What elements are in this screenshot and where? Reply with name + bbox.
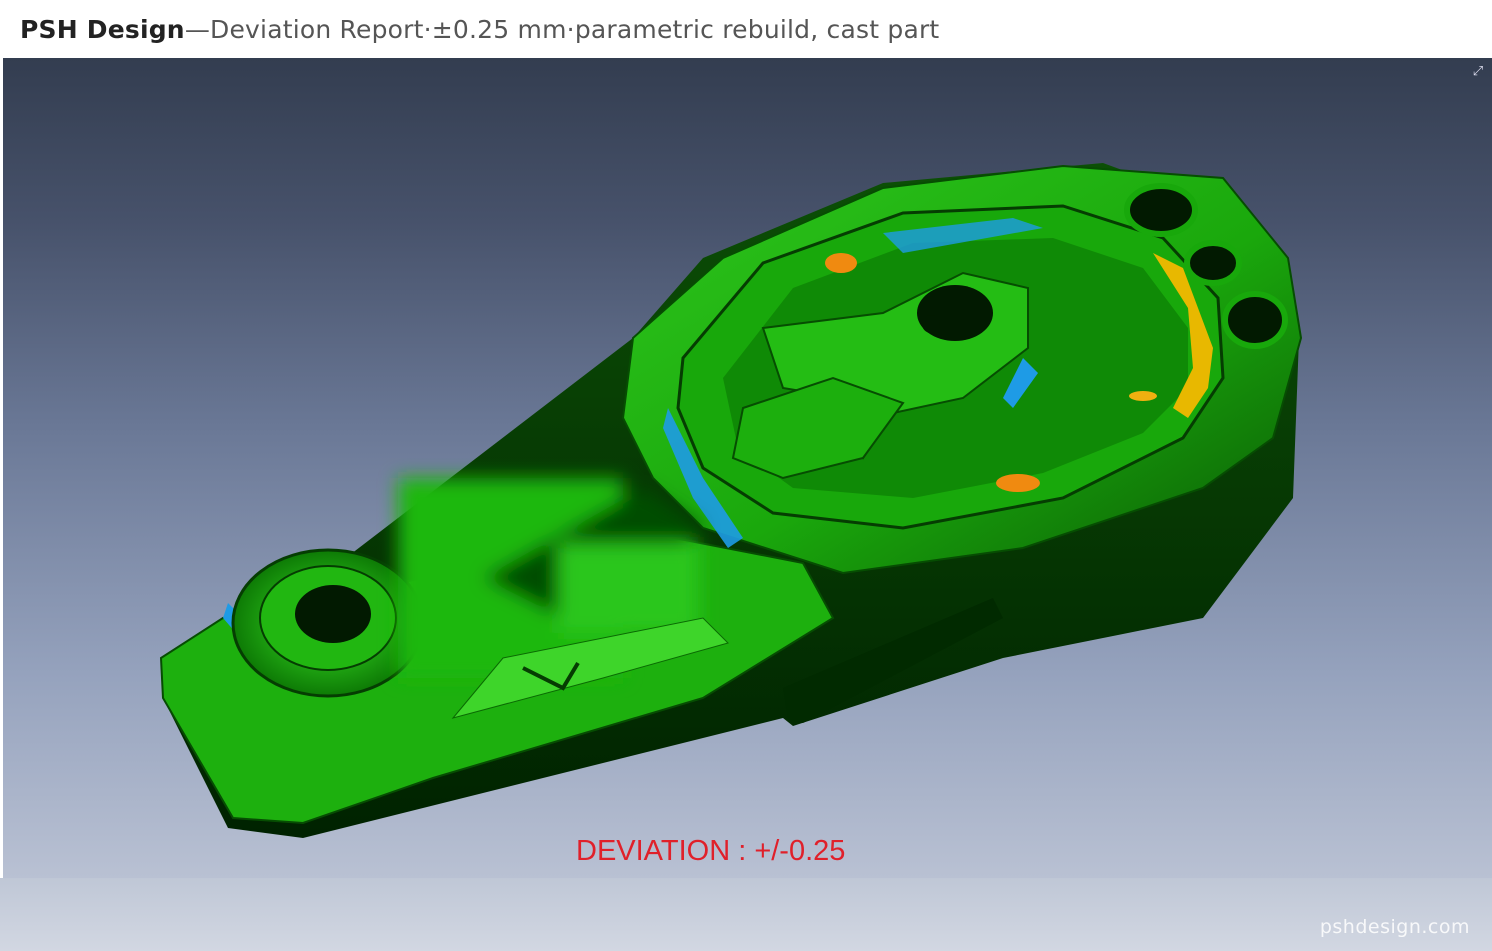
- hub-pin-hole: [922, 315, 940, 333]
- lightening-hole-3: [1222, 291, 1288, 349]
- header-separator-1: ·: [423, 14, 432, 44]
- deviation-map-render: [159, 163, 1303, 838]
- lightening-hole-2: [1184, 240, 1242, 286]
- header-separator-2: ·: [566, 14, 575, 44]
- lightening-hole-1: [1124, 183, 1198, 237]
- tolerance-value: ±0.25 mm: [431, 14, 567, 44]
- expand-icon[interactable]: ⤢: [1470, 64, 1486, 80]
- report-header: PSH Design — Deviation Report · ±0.25 mm…: [0, 0, 1492, 58]
- header-dash: —: [184, 14, 211, 44]
- viewport-bottom-band: [0, 878, 1492, 951]
- watermark: pshdesign.com: [1319, 916, 1470, 938]
- brand-name: PSH Design: [20, 14, 185, 44]
- out-of-tolerance-spot-3: [1129, 391, 1157, 401]
- 3d-viewport[interactable]: ⤢: [3, 58, 1492, 878]
- report-title: Deviation Report: [210, 14, 424, 44]
- out-of-tolerance-spot-2: [996, 474, 1040, 492]
- out-of-tolerance-spot-1: [825, 253, 857, 273]
- bush-bore: [295, 585, 371, 643]
- deviation-label: DEVIATION : +/-0.25: [576, 835, 846, 867]
- report-description: parametric rebuild, cast part: [574, 14, 940, 44]
